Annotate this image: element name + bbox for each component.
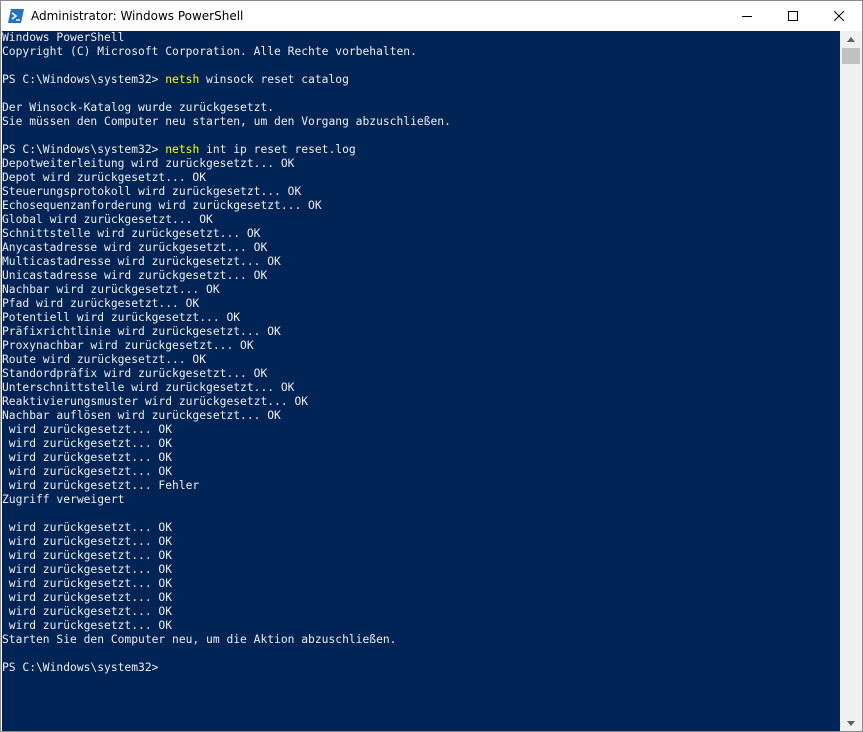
window-title: Administrator: Windows PowerShell bbox=[31, 8, 244, 23]
output-line: wird zurückgesetzt... OK bbox=[2, 423, 173, 436]
output-line: Depot wird zurückgesetzt... OK bbox=[2, 171, 207, 184]
output-line: wird zurückgesetzt... OK bbox=[2, 591, 173, 604]
output-line: wird zurückgesetzt... OK bbox=[2, 535, 173, 548]
output-line: wird zurückgesetzt... OK bbox=[2, 521, 173, 534]
close-button[interactable] bbox=[816, 1, 862, 30]
powershell-window: Administrator: Windows PowerShell Window… bbox=[0, 0, 863, 732]
output-line: Pfad wird zurückgesetzt... OK bbox=[2, 297, 200, 310]
output-line: Der Winsock-Katalog wurde zurückgesetzt. bbox=[2, 101, 275, 114]
output-line: wird zurückgesetzt... Fehler bbox=[2, 479, 200, 492]
output-line: Proxynachbar wird zurückgesetzt... OK bbox=[2, 339, 254, 352]
output-line: Echosequenzanforderung wird zurückgesetz… bbox=[2, 199, 322, 212]
output-line: Steuerungsprotokoll wird zurückgesetzt..… bbox=[2, 185, 302, 198]
output-line: Windows PowerShell bbox=[2, 31, 125, 44]
output-line: Zugriff verweigert bbox=[2, 493, 125, 506]
output-line: Nachbar auflösen wird zurückgesetzt... O… bbox=[2, 409, 281, 422]
window-controls bbox=[724, 1, 862, 30]
minimize-icon bbox=[742, 15, 752, 17]
output-line: Potentiell wird zurückgesetzt... OK bbox=[2, 311, 241, 324]
output-line: wird zurückgesetzt... OK bbox=[2, 437, 173, 450]
close-icon bbox=[834, 10, 844, 21]
maximize-icon bbox=[788, 10, 798, 21]
output-line: wird zurückgesetzt... OK bbox=[2, 549, 173, 562]
output-line: Präfixrichtlinie wird zurückgesetzt... O… bbox=[2, 325, 281, 338]
powershell-icon[interactable] bbox=[8, 8, 24, 24]
output-line: Unterschnittstelle wird zurückgesetzt...… bbox=[2, 381, 295, 394]
command-args: winsock reset catalog bbox=[199, 73, 349, 86]
title-bar[interactable]: Administrator: Windows PowerShell bbox=[1, 1, 862, 30]
command-name: netsh bbox=[165, 143, 200, 156]
console-output[interactable]: Windows PowerShell Copyright (C) Microso… bbox=[2, 31, 840, 675]
output-line: Reaktivierungsmuster wird zurückgesetzt.… bbox=[2, 395, 309, 408]
output-line: wird zurückgesetzt... OK bbox=[2, 605, 173, 618]
output-line: wird zurückgesetzt... OK bbox=[2, 451, 173, 464]
output-line: Multicastadresse wird zurückgesetzt... O… bbox=[2, 255, 281, 268]
output-line: wird zurückgesetzt... OK bbox=[2, 563, 173, 576]
output-line: Copyright (C) Microsoft Corporation. All… bbox=[2, 45, 417, 58]
scrollbar-thumb[interactable] bbox=[842, 48, 860, 64]
maximize-button[interactable] bbox=[770, 1, 816, 30]
prompt-text: PS C:\Windows\system32> bbox=[2, 73, 166, 86]
output-line: wird zurückgesetzt... OK bbox=[2, 619, 173, 632]
prompt-line: PS C:\Windows\system32> netsh int ip res… bbox=[2, 143, 356, 156]
output-line: Nachbar wird zurückgesetzt... OK bbox=[2, 283, 220, 296]
output-line: wird zurückgesetzt... OK bbox=[2, 465, 173, 478]
console-area[interactable]: Windows PowerShell Copyright (C) Microso… bbox=[2, 31, 840, 731]
command-args: int ip reset reset.log bbox=[199, 143, 356, 156]
prompt-text: PS C:\Windows\system32> bbox=[2, 661, 166, 674]
chevron-down-icon bbox=[847, 720, 855, 726]
output-line: Schnittstelle wird zurückgesetzt... OK bbox=[2, 227, 261, 240]
output-line: Sie müssen den Computer neu starten, um … bbox=[2, 115, 451, 128]
minimize-button[interactable] bbox=[724, 1, 770, 30]
output-line: Anycastadresse wird zurückgesetzt... OK bbox=[2, 241, 268, 254]
output-line: Depotweiterleitung wird zurückgesetzt...… bbox=[2, 157, 295, 170]
prompt-line: PS C:\Windows\system32> netsh winsock re… bbox=[2, 73, 349, 86]
output-line: Starten Sie den Computer neu, um die Akt… bbox=[2, 633, 397, 646]
output-line: wird zurückgesetzt... OK bbox=[2, 577, 173, 590]
output-line: Global wird zurückgesetzt... OK bbox=[2, 213, 213, 226]
command-name: netsh bbox=[165, 73, 200, 86]
output-line: Standordpräfix wird zurückgesetzt... OK bbox=[2, 367, 268, 380]
chevron-up-icon bbox=[847, 36, 855, 42]
vertical-scrollbar[interactable] bbox=[840, 31, 862, 731]
output-line: Route wird zurückgesetzt... OK bbox=[2, 353, 207, 366]
scroll-up-button[interactable] bbox=[840, 31, 862, 47]
scroll-down-button[interactable] bbox=[840, 715, 862, 731]
output-line: Unicastadresse wird zurückgesetzt... OK bbox=[2, 269, 268, 282]
prompt-line: PS C:\Windows\system32> bbox=[2, 661, 165, 674]
prompt-text: PS C:\Windows\system32> bbox=[2, 143, 166, 156]
